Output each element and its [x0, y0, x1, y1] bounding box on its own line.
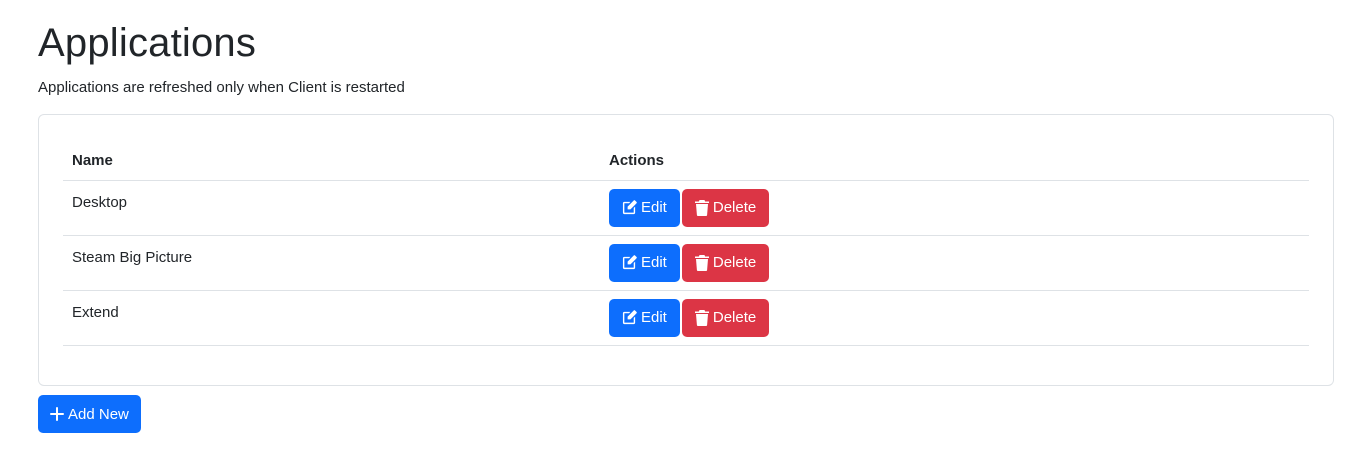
add-new-button[interactable]: Add New: [38, 395, 141, 433]
edit-button[interactable]: Edit: [609, 298, 680, 337]
edit-button[interactable]: Edit: [609, 188, 680, 227]
applications-page: Applications Applications are refreshed …: [0, 0, 1366, 433]
pencil-square-icon: [622, 200, 637, 215]
table-row: Desktop Edit Delete: [63, 180, 1309, 236]
table-row: Extend Edit Delete: [63, 290, 1309, 346]
delete-button[interactable]: Delete: [681, 188, 770, 227]
plus-icon: [50, 407, 64, 421]
delete-button[interactable]: Delete: [681, 243, 770, 282]
applications-card: Name Actions Desktop Edit Delete Steam B…: [38, 114, 1334, 386]
add-new-button-label: Add New: [68, 405, 129, 423]
table-row: Steam Big Picture Edit Delete: [63, 235, 1309, 291]
page-title: Applications: [38, 21, 257, 65]
column-header-actions: Actions: [600, 139, 1309, 181]
trash-icon: [694, 199, 709, 216]
column-header-name: Name: [63, 139, 600, 181]
app-name: Steam Big Picture: [63, 235, 600, 291]
pencil-square-icon: [622, 310, 637, 325]
app-name: Desktop: [63, 180, 600, 236]
delete-button-label: Delete: [712, 309, 757, 326]
applications-table: Name Actions Desktop Edit Delete Steam B…: [63, 139, 1309, 346]
trash-icon: [694, 254, 709, 271]
delete-button-label: Delete: [712, 199, 757, 216]
edit-button-label: Edit: [641, 199, 667, 216]
trash-icon: [694, 309, 709, 326]
actions-cell: Edit Delete: [600, 290, 1309, 346]
edit-button-label: Edit: [641, 254, 667, 271]
actions-cell: Edit Delete: [600, 180, 1309, 236]
table-header-row: Name Actions: [63, 139, 1309, 181]
delete-button-label: Delete: [712, 254, 757, 271]
app-name: Extend: [63, 290, 600, 346]
pencil-square-icon: [622, 255, 637, 270]
edit-button[interactable]: Edit: [609, 243, 680, 282]
actions-cell: Edit Delete: [600, 235, 1309, 291]
delete-button[interactable]: Delete: [681, 298, 770, 337]
page-subtitle: Applications are refreshed only when Cli…: [38, 79, 405, 96]
edit-button-label: Edit: [641, 309, 667, 326]
